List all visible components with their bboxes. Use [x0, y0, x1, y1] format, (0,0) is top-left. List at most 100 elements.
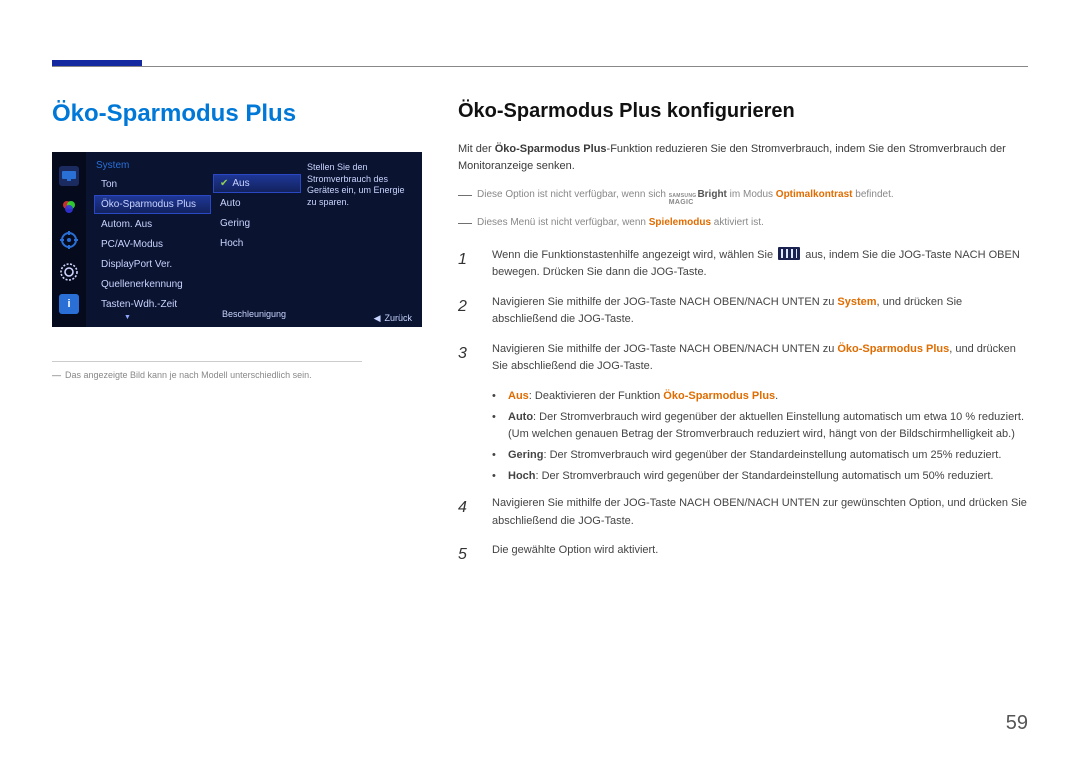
osd-item: Ton — [94, 175, 211, 194]
b3-txt: : Der Stromverbrauch wird gegenüber der … — [543, 449, 1001, 461]
osd-sub-item: Gering — [213, 214, 301, 233]
osd-item: PC/AV-Modus — [94, 235, 211, 254]
osd-item-selected: Öko-Sparmodus Plus — [94, 195, 211, 214]
b1-mid: : Deaktivieren der Funktion — [529, 390, 664, 402]
osd-menu-icon — [778, 247, 800, 260]
subsection-heading: Öko-Sparmodus Plus konfigurieren — [458, 100, 1028, 123]
monitor-icon — [59, 166, 79, 186]
step-4: 4 Navigieren Sie mithilfe der JOG-Taste … — [458, 495, 1028, 530]
osd-sub-item-selected: ✔ Aus — [213, 174, 301, 193]
step-number: 5 — [458, 542, 476, 568]
note1-post: befindet. — [852, 189, 893, 200]
note-2: ― Dieses Menü ist nicht verfügbar, wenn S… — [458, 212, 1028, 233]
dash-icon: ― — [458, 214, 472, 230]
caption-text: Das angezeigte Bild kann je nach Modell … — [65, 370, 312, 380]
osd-item: Quellenerkennung — [94, 275, 211, 294]
osd-screenshot: i System Ton Öko-Sparmodus Plus Autom. A… — [52, 152, 422, 327]
step-number: 4 — [458, 495, 476, 530]
magic-label: SAMSUNGMAGIC — [669, 194, 697, 209]
osd-sub-label: Aus — [232, 178, 249, 189]
right-column: Öko-Sparmodus Plus konfigurieren Mit der… — [458, 100, 1028, 580]
b4-txt: : Der Stromverbrauch wird gegenüber der … — [536, 470, 994, 482]
osd-back-label: Zurück — [384, 313, 412, 323]
samsung-magic-bright: SAMSUNGMAGICBright — [669, 187, 727, 209]
osd-item: Autom. Aus — [94, 215, 211, 234]
bullet-dot: • — [492, 409, 498, 443]
note1-mid: im Modus — [727, 189, 776, 200]
b2-txt: : Der Stromverbrauch wird gegenüber der … — [508, 411, 1024, 440]
step-number: 3 — [458, 341, 476, 376]
steps-list: 1 Wenn die Funktionstastenhilfe angezeig… — [458, 247, 1028, 569]
osd-item: DisplayPort Ver. — [94, 255, 211, 274]
bullet-aus: • Aus: Deaktivieren der Funktion Öko-Spar… — [492, 388, 1028, 405]
step-number: 2 — [458, 294, 476, 329]
bright-label: Bright — [697, 187, 726, 202]
section-title: Öko-Sparmodus Plus — [52, 100, 422, 128]
intro-text: Mit der Öko-Sparmodus Plus-Funktion redu… — [458, 141, 1028, 174]
b1-key: Aus — [508, 390, 529, 402]
bullet-auto: • Auto: Der Stromverbrauch wird gegenüber… — [492, 409, 1028, 443]
caption-rule — [52, 361, 362, 362]
page-content: Öko-Sparmodus Plus i System — [0, 0, 1080, 620]
step-text: Die gewählte Option wird aktiviert. — [492, 542, 1028, 568]
target-icon — [59, 230, 79, 250]
left-column: Öko-Sparmodus Plus i System — [52, 100, 422, 580]
s3-pre: Navigieren Sie mithilfe der JOG-Taste NA… — [492, 343, 837, 355]
step-text: Navigieren Sie mithilfe der JOG-Taste NA… — [492, 495, 1028, 530]
step-text: Navigieren Sie mithilfe der JOG-Taste NA… — [492, 341, 1028, 376]
magic-bottom: MAGIC — [669, 199, 694, 206]
step-number: 1 — [458, 247, 476, 282]
step-3: 3 Navigieren Sie mithilfe der JOG-Taste … — [458, 341, 1028, 376]
intro-pre: Mit der — [458, 143, 495, 155]
s2-pre: Navigieren Sie mithilfe der JOG-Taste NA… — [492, 296, 837, 308]
step-5: 5 Die gewählte Option wird aktiviert. — [458, 542, 1028, 568]
osd-footer-left: Beschleunigung — [222, 309, 286, 319]
osd-menu-title: System — [94, 160, 211, 171]
b3-key: Gering — [508, 449, 543, 461]
step-text: Wenn die Funktionstastenhilfe angezeigt … — [492, 247, 1028, 282]
osd-main: System Ton Öko-Sparmodus Plus Autom. Aus… — [86, 152, 422, 327]
caret-down-icon: ▼ — [124, 314, 131, 321]
b1-key2: Öko-Sparmodus Plus — [663, 390, 775, 402]
s1-pre: Wenn die Funktionstastenhilfe angezeigt … — [492, 249, 776, 261]
osd-submenu: ✔ Aus Auto Gering Hoch — [211, 152, 301, 327]
image-caption: ― Das angezeigte Bild kann je nach Modell… — [52, 370, 422, 380]
colors-icon — [59, 198, 79, 218]
dash-icon: ― — [52, 370, 61, 380]
osd-description: Stellen Sie den Stromverbrauch des Gerät… — [301, 152, 422, 327]
bullet-hoch: • Hoch: Der Stromverbrauch wird gegenüber… — [492, 468, 1028, 485]
info-icon: i — [59, 294, 79, 314]
header-rule — [52, 66, 1028, 67]
options-list: • Aus: Deaktivieren der Funktion Öko-Spar… — [492, 388, 1028, 485]
b4-key: Hoch — [508, 470, 536, 482]
bullet-dot: • — [492, 468, 498, 485]
intro-bold: Öko-Sparmodus Plus — [495, 143, 607, 155]
osd-item: Tasten-Wdh.-Zeit — [94, 295, 211, 314]
dash-icon: ― — [458, 186, 472, 202]
arrow-left-icon: ◀ — [374, 313, 381, 323]
osd-sub-item: Hoch — [213, 234, 301, 253]
note2-post: aktiviert ist. — [711, 217, 764, 228]
page-number: 59 — [1006, 712, 1028, 735]
note2-pre: Dieses Menü ist nicht verfügbar, wenn — [477, 217, 649, 228]
step-text: Navigieren Sie mithilfe der JOG-Taste NA… — [492, 294, 1028, 329]
note2-orange: Spielemodus — [649, 217, 711, 228]
b1-end: . — [775, 390, 778, 402]
bullet-gering: •Gering: Der Stromverbrauch wird gegenüb… — [492, 447, 1028, 464]
note-1: ― Diese Option ist nicht verfügbar, wenn … — [458, 184, 1028, 209]
step-2: 2 Navigieren Sie mithilfe der JOG-Taste … — [458, 294, 1028, 329]
check-icon: ✔ — [220, 178, 228, 189]
osd-sidebar: i — [52, 152, 86, 327]
osd-menu: System Ton Öko-Sparmodus Plus Autom. Aus… — [86, 152, 211, 327]
osd-sub-item: Auto — [213, 194, 301, 213]
b2-key: Auto — [508, 411, 533, 423]
osd-footer-right: ◀Zurück — [374, 313, 412, 324]
note1-pre: Diese Option ist nicht verfügbar, wenn s… — [477, 189, 669, 200]
s2-orange: System — [837, 296, 876, 308]
step-1: 1 Wenn die Funktionstastenhilfe angezeig… — [458, 247, 1028, 282]
magic-top: SAMSUNG — [669, 194, 697, 198]
bullet-dot: • — [492, 388, 498, 405]
gear-icon — [59, 262, 79, 282]
s3-orange: Öko-Sparmodus Plus — [837, 343, 949, 355]
note1-orange: Optimalkontrast — [776, 189, 853, 200]
